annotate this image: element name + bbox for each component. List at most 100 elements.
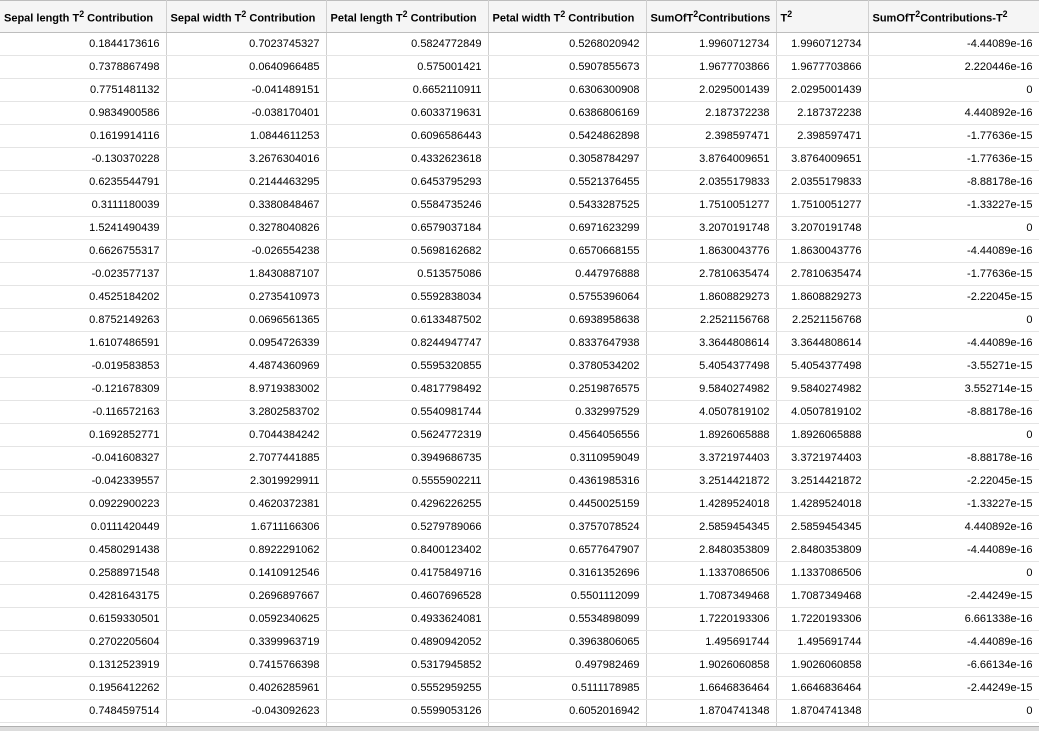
cell[interactable]: 2.0355179833 bbox=[776, 170, 868, 193]
cell[interactable]: 0.6052016942 bbox=[488, 699, 646, 722]
cell[interactable]: 0.3399963719 bbox=[166, 630, 326, 653]
cell[interactable]: 1.9026060858 bbox=[776, 653, 868, 676]
cell[interactable]: 0.3757078524 bbox=[488, 515, 646, 538]
cell[interactable]: 3.8764009651 bbox=[646, 147, 776, 170]
cell[interactable]: 0.4175849716 bbox=[326, 561, 488, 584]
cell[interactable]: 0 bbox=[868, 423, 1039, 446]
cell[interactable]: 0.5317945852 bbox=[326, 653, 488, 676]
cell[interactable]: 2.398597471 bbox=[776, 124, 868, 147]
table-row[interactable]: 0.45251842020.27354109730.55928380340.57… bbox=[0, 285, 1039, 308]
table-row[interactable]: 0.13125239190.74157663980.53179458520.49… bbox=[0, 653, 1039, 676]
cell[interactable]: 0.447976888 bbox=[488, 262, 646, 285]
cell[interactable]: 2.220446e-16 bbox=[868, 55, 1039, 78]
cell[interactable]: 0.6971623299 bbox=[488, 216, 646, 239]
table-row[interactable]: 0.7751481132-0.0414891510.66521109110.63… bbox=[0, 78, 1039, 101]
cell[interactable]: 0.4450025159 bbox=[488, 492, 646, 515]
cell[interactable]: 1.9677703866 bbox=[646, 55, 776, 78]
cell[interactable]: -0.116572163 bbox=[0, 400, 166, 423]
cell[interactable]: 0.3278040826 bbox=[166, 216, 326, 239]
cell[interactable]: 0.6577647907 bbox=[488, 538, 646, 561]
cell[interactable]: 0.1619914116 bbox=[0, 124, 166, 147]
cell[interactable]: 0.7415766398 bbox=[166, 653, 326, 676]
bottom-scrollbar-track[interactable] bbox=[0, 726, 1039, 731]
cell[interactable]: 3.3721974403 bbox=[776, 446, 868, 469]
cell[interactable]: 0.3058784297 bbox=[488, 147, 646, 170]
cell[interactable]: 0.5824772849 bbox=[326, 32, 488, 55]
cell[interactable]: 4.4874360969 bbox=[166, 354, 326, 377]
cell[interactable]: 1.8926065888 bbox=[646, 423, 776, 446]
cell[interactable]: 0.8337647938 bbox=[488, 331, 646, 354]
table-row[interactable]: 0.31111800390.33808484670.55847352460.54… bbox=[0, 193, 1039, 216]
cell[interactable]: 8.9719383002 bbox=[166, 377, 326, 400]
cell[interactable]: 0.5111178985 bbox=[488, 676, 646, 699]
cell[interactable]: 4.0507819102 bbox=[776, 400, 868, 423]
table-row[interactable]: 1.61074865910.09547263390.82449477470.83… bbox=[0, 331, 1039, 354]
cell[interactable]: 2.3019929911 bbox=[166, 469, 326, 492]
table-row[interactable]: 0.7484597514-0.0430926230.55990531260.60… bbox=[0, 699, 1039, 722]
data-grid[interactable]: Sepal length T2 ContributionSepal width … bbox=[0, 0, 1039, 731]
cell[interactable]: -8.88178e-16 bbox=[868, 400, 1039, 423]
cell[interactable]: -0.042339557 bbox=[0, 469, 166, 492]
cell[interactable]: -0.023577137 bbox=[0, 262, 166, 285]
cell[interactable]: 1.9960712734 bbox=[646, 32, 776, 55]
cell[interactable]: -4.44089e-16 bbox=[868, 32, 1039, 55]
table-row[interactable]: 0.45802914380.89222910620.84001234020.65… bbox=[0, 538, 1039, 561]
table-row[interactable]: 0.18441736160.70237453270.58247728490.52… bbox=[0, 32, 1039, 55]
cell[interactable]: 0.4890942052 bbox=[326, 630, 488, 653]
cell[interactable]: -1.77636e-15 bbox=[868, 262, 1039, 285]
table-row[interactable]: 0.01114204491.67111663060.52797890660.37… bbox=[0, 515, 1039, 538]
cell[interactable]: 0.7378867498 bbox=[0, 55, 166, 78]
cell[interactable]: 0.6626755317 bbox=[0, 239, 166, 262]
cell[interactable]: 0.2702205604 bbox=[0, 630, 166, 653]
cell[interactable]: 0 bbox=[868, 308, 1039, 331]
cell[interactable]: 1.4289524018 bbox=[776, 492, 868, 515]
cell[interactable]: 1.495691744 bbox=[776, 630, 868, 653]
cell[interactable]: -4.44089e-16 bbox=[868, 630, 1039, 653]
table-row[interactable]: -0.1216783098.97193830020.48177984920.25… bbox=[0, 377, 1039, 400]
table-row[interactable]: -0.1165721633.28025837020.55409817440.33… bbox=[0, 400, 1039, 423]
cell[interactable]: 4.0507819102 bbox=[646, 400, 776, 423]
cell[interactable]: 0.5501112099 bbox=[488, 584, 646, 607]
table-row[interactable]: 0.6626755317-0.0265542380.56981626820.65… bbox=[0, 239, 1039, 262]
cell[interactable]: 0.3161352696 bbox=[488, 561, 646, 584]
column-header-1[interactable]: Sepal width T2 Contribution bbox=[166, 1, 326, 33]
table-row[interactable]: 0.19564122620.40262859610.55529592550.51… bbox=[0, 676, 1039, 699]
cell[interactable]: -0.043092623 bbox=[166, 699, 326, 722]
cell[interactable]: 0.1844173616 bbox=[0, 32, 166, 55]
cell[interactable]: 3.2514421872 bbox=[776, 469, 868, 492]
cell[interactable]: 1.7087349468 bbox=[776, 584, 868, 607]
cell[interactable]: -1.77636e-15 bbox=[868, 147, 1039, 170]
cell[interactable]: 0.0640966485 bbox=[166, 55, 326, 78]
cell[interactable]: 0.6306300908 bbox=[488, 78, 646, 101]
table-row[interactable]: 0.16928527710.70443842420.56247723190.45… bbox=[0, 423, 1039, 446]
cell[interactable]: 3.2676304016 bbox=[166, 147, 326, 170]
cell[interactable]: 2.2521156768 bbox=[776, 308, 868, 331]
cell[interactable]: 9.5840274982 bbox=[646, 377, 776, 400]
cell[interactable]: 0.5595320855 bbox=[326, 354, 488, 377]
cell[interactable]: 0.5552959255 bbox=[326, 676, 488, 699]
table-row[interactable]: 0.25889715480.14109125460.41758497160.31… bbox=[0, 561, 1039, 584]
cell[interactable]: 0.7484597514 bbox=[0, 699, 166, 722]
cell[interactable]: 0.5624772319 bbox=[326, 423, 488, 446]
cell[interactable]: 0.5540981744 bbox=[326, 400, 488, 423]
cell[interactable]: 0.4026285961 bbox=[166, 676, 326, 699]
cell[interactable]: -4.44089e-16 bbox=[868, 538, 1039, 561]
column-header-3[interactable]: Petal width T2 Contribution bbox=[488, 1, 646, 33]
cell[interactable]: 0.8752149263 bbox=[0, 308, 166, 331]
cell[interactable]: 0.5698162682 bbox=[326, 239, 488, 262]
cell[interactable]: 0.5279789066 bbox=[326, 515, 488, 538]
cell[interactable]: 0.6570668155 bbox=[488, 239, 646, 262]
cell[interactable]: 1.6646836464 bbox=[776, 676, 868, 699]
cell[interactable]: 0.5584735246 bbox=[326, 193, 488, 216]
cell[interactable]: 2.2521156768 bbox=[646, 308, 776, 331]
table-row[interactable]: 0.62355447910.21444632950.64537952930.55… bbox=[0, 170, 1039, 193]
table-row[interactable]: 0.27022056040.33999637190.48909420520.39… bbox=[0, 630, 1039, 653]
cell[interactable]: 0.6652110911 bbox=[326, 78, 488, 101]
cell[interactable]: -8.88178e-16 bbox=[868, 170, 1039, 193]
cell[interactable]: 0.2696897667 bbox=[166, 584, 326, 607]
table-row[interactable]: 0.09229002230.46203723810.42962262550.44… bbox=[0, 492, 1039, 515]
cell[interactable]: 0.2144463295 bbox=[166, 170, 326, 193]
column-header-5[interactable]: T2 bbox=[776, 1, 868, 33]
cell[interactable]: 1.5241490439 bbox=[0, 216, 166, 239]
cell[interactable]: 0.5555902211 bbox=[326, 469, 488, 492]
